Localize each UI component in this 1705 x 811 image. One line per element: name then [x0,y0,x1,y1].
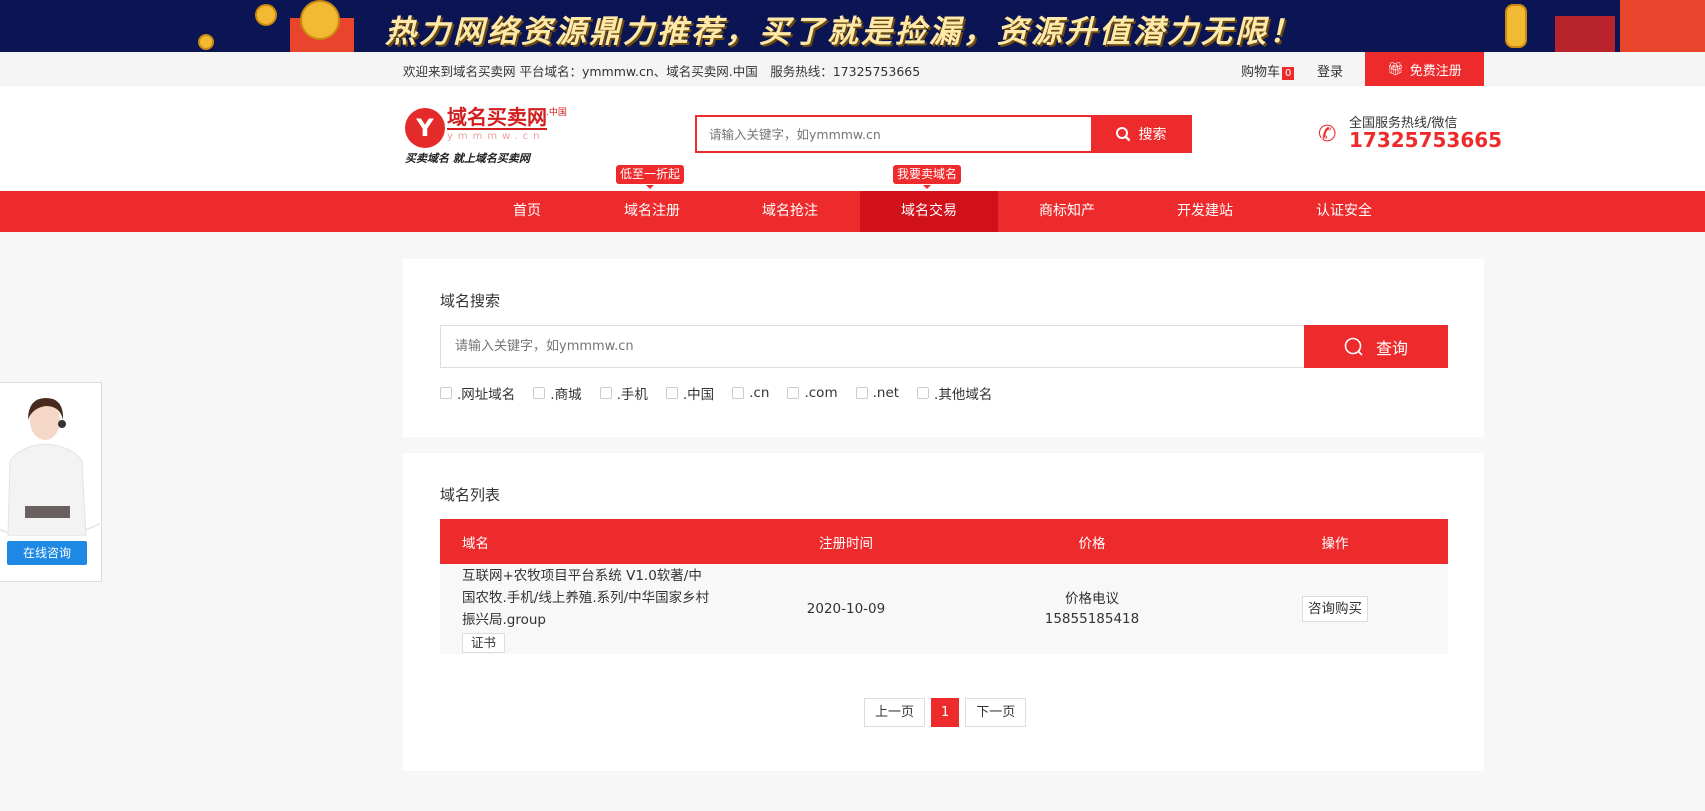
checkbox[interactable] [665,387,678,399]
filter-label: .net [872,385,900,401]
checkbox[interactable] [440,387,452,399]
online-consult-button[interactable]: 在线咨询 [7,541,87,565]
customer-service-widget: 在线咨询 [0,382,102,582]
cart-count-badge: 0 [1282,67,1295,80]
logo-domain: ymmmw.cn [447,131,545,142]
header-search-label: 搜索 [1138,127,1167,143]
nav-domain-register[interactable]: 域名注册 [583,191,721,232]
top-bar: 欢迎来到域名买卖网 平台域名：ymmmw.cn、域名买卖网.中国 服务热线：17… [0,52,1705,86]
filter-shop[interactable]: .商城 [533,383,582,403]
col-date: 注册时间 [730,519,962,564]
trade-promo-tag: 我要卖域名 [893,165,962,189]
checkbox[interactable] [533,387,546,399]
promo-banner[interactable]: 热力网络资源鼎力推荐，买了就是捡漏，资源升值潜力无限！ [0,0,1705,52]
login-link[interactable]: 登录 [1317,61,1343,80]
register-button[interactable]: 🎁︎ 免费注册 [1365,52,1484,86]
header-search-input[interactable] [697,117,1087,151]
gift-icon: 🎁︎ [1387,61,1404,77]
site-logo[interactable]: Y 域名买卖网 .中国 ymmmw.cn 买卖域名 就上域名买卖网 [403,104,573,165]
domain-list-card: 域名列表 域名 注册时间 价格 操作 互联网+农牧项目平台系统 V1.0软著/中… [403,453,1484,771]
search-icon [1344,337,1363,356]
price-text: 价格电议 [1065,591,1119,607]
nav-web-dev[interactable]: 开发建站 [1136,191,1274,232]
checkbox[interactable] [732,387,745,399]
domain-search-card: 域名搜索 查询 .网址域名 .商城 .手机 .中国 .cn .com .net … [403,259,1484,437]
logo-suffix: .中国 [546,108,567,118]
gift-box-icon [1620,0,1705,52]
welcome-text: 欢迎来到域名买卖网 平台域名：ymmmw.cn、域名买卖网.中国 服务热线：17… [403,64,921,79]
phone-icon: ✆ [1318,122,1337,147]
col-domain: 域名 [440,519,730,564]
banner-slogan: 热力网络资源鼎力推荐，买了就是捡漏，资源升值潜力无限！ [385,14,1303,50]
nav-trademark[interactable]: 商标知产 [998,191,1136,232]
filter-other[interactable]: .其他域名 [917,383,992,403]
domain-cell: 互联网+农牧项目平台系统 V1.0软著/中国农牧.手机/线上养殖.系列/中华国家… [440,564,730,654]
consult-buy-button[interactable]: 咨询购买 [1302,596,1368,622]
action-cell: 咨询购买 [1222,564,1448,654]
agent-avatar [0,386,100,536]
filter-label: .网址域名 [457,387,516,403]
checkbox[interactable] [599,387,612,399]
table-row: 互联网+农牧项目平台系统 V1.0软著/中国农牧.手机/线上养殖.系列/中华国家… [440,564,1448,654]
filter-com[interactable]: .com [787,383,838,403]
col-price: 价格 [962,519,1222,564]
certificate-button[interactable]: 证书 [462,632,506,653]
nav-domain-snapback[interactable]: 域名抢注 [721,191,859,232]
red-envelope-icon [1555,16,1615,52]
logo-name: 域名买卖网 [447,105,547,130]
domain-search-box: 查询 [440,325,1448,368]
cart-link[interactable]: 购物车 0 [1241,61,1295,80]
query-label: 查询 [1375,338,1408,358]
filter-label: .商城 [550,387,582,403]
filter-label: .cn [749,385,770,401]
filter-url[interactable]: .网址域名 [440,383,515,403]
filter-label: .com [804,385,838,401]
coin-icon [300,0,340,40]
search-icon [1115,127,1130,142]
coin-icon [198,34,214,50]
domain-name[interactable]: 互联网+农牧项目平台系统 V1.0软著/中国农牧.手机/线上养殖.系列/中华国家… [462,565,712,631]
filter-label: .手机 [616,387,648,403]
checkbox[interactable] [855,387,868,399]
cart-label: 购物车 [1241,65,1281,80]
register-label: 免费注册 [1409,63,1462,79]
filter-cn[interactable]: .cn [732,383,769,403]
main-nav: 首页 域名注册 域名抢注 域名交易 商标知产 开发建站 认证安全 [0,191,1705,232]
filter-mobile[interactable]: .手机 [599,383,648,403]
table-header: 域名 注册时间 价格 操作 [440,519,1448,564]
hotline-number: 17325753665 [1349,128,1503,152]
page-1-button[interactable]: 1 [931,698,960,727]
domain-table: 域名 注册时间 价格 操作 互联网+农牧项目平台系统 V1.0软著/中国农牧.手… [440,519,1448,654]
header: Y 域名买卖网 .中国 ymmmw.cn 买卖域名 就上域名买卖网 搜索 ✆ 全… [0,86,1705,191]
query-button[interactable]: 查询 [1304,325,1448,368]
list-card-title: 域名列表 [440,486,501,504]
nav-certification[interactable]: 认证安全 [1275,191,1413,232]
header-search-button[interactable]: 搜索 [1091,117,1190,151]
pagination: 上一页 1 下一页 [864,698,1027,727]
suffix-filters: .网址域名 .商城 .手机 .中国 .cn .com .net .其他域名 [440,383,1010,403]
coin-icon [255,4,277,26]
col-action: 操作 [1222,519,1448,564]
next-page-button[interactable]: 下一页 [965,698,1027,727]
prev-page-button[interactable]: 上一页 [864,698,926,727]
price-cell: 价格电议 15855185418 [962,564,1222,654]
checkbox[interactable] [917,387,930,399]
filter-zhongguo[interactable]: .中国 [665,383,715,403]
nav-domain-trade[interactable]: 域名交易 [860,191,998,232]
nav-home[interactable]: 首页 [458,191,596,232]
search-card-title: 域名搜索 [440,292,501,310]
checkbox[interactable] [787,387,800,399]
coin-stack-icon [1505,4,1527,48]
logo-mark: Y [405,108,445,148]
header-search: 搜索 [695,115,1192,153]
filter-label: .中国 [682,387,715,403]
filter-net[interactable]: .net [855,383,900,403]
register-promo-tag: 低至一折起 [616,165,685,189]
date-cell: 2020-10-09 [730,564,962,654]
domain-search-input[interactable] [441,326,1301,367]
filter-label: .其他域名 [934,387,993,403]
price-phone: 15855185418 [1044,611,1140,627]
logo-tagline: 买卖域名 就上域名买卖网 [405,152,530,165]
